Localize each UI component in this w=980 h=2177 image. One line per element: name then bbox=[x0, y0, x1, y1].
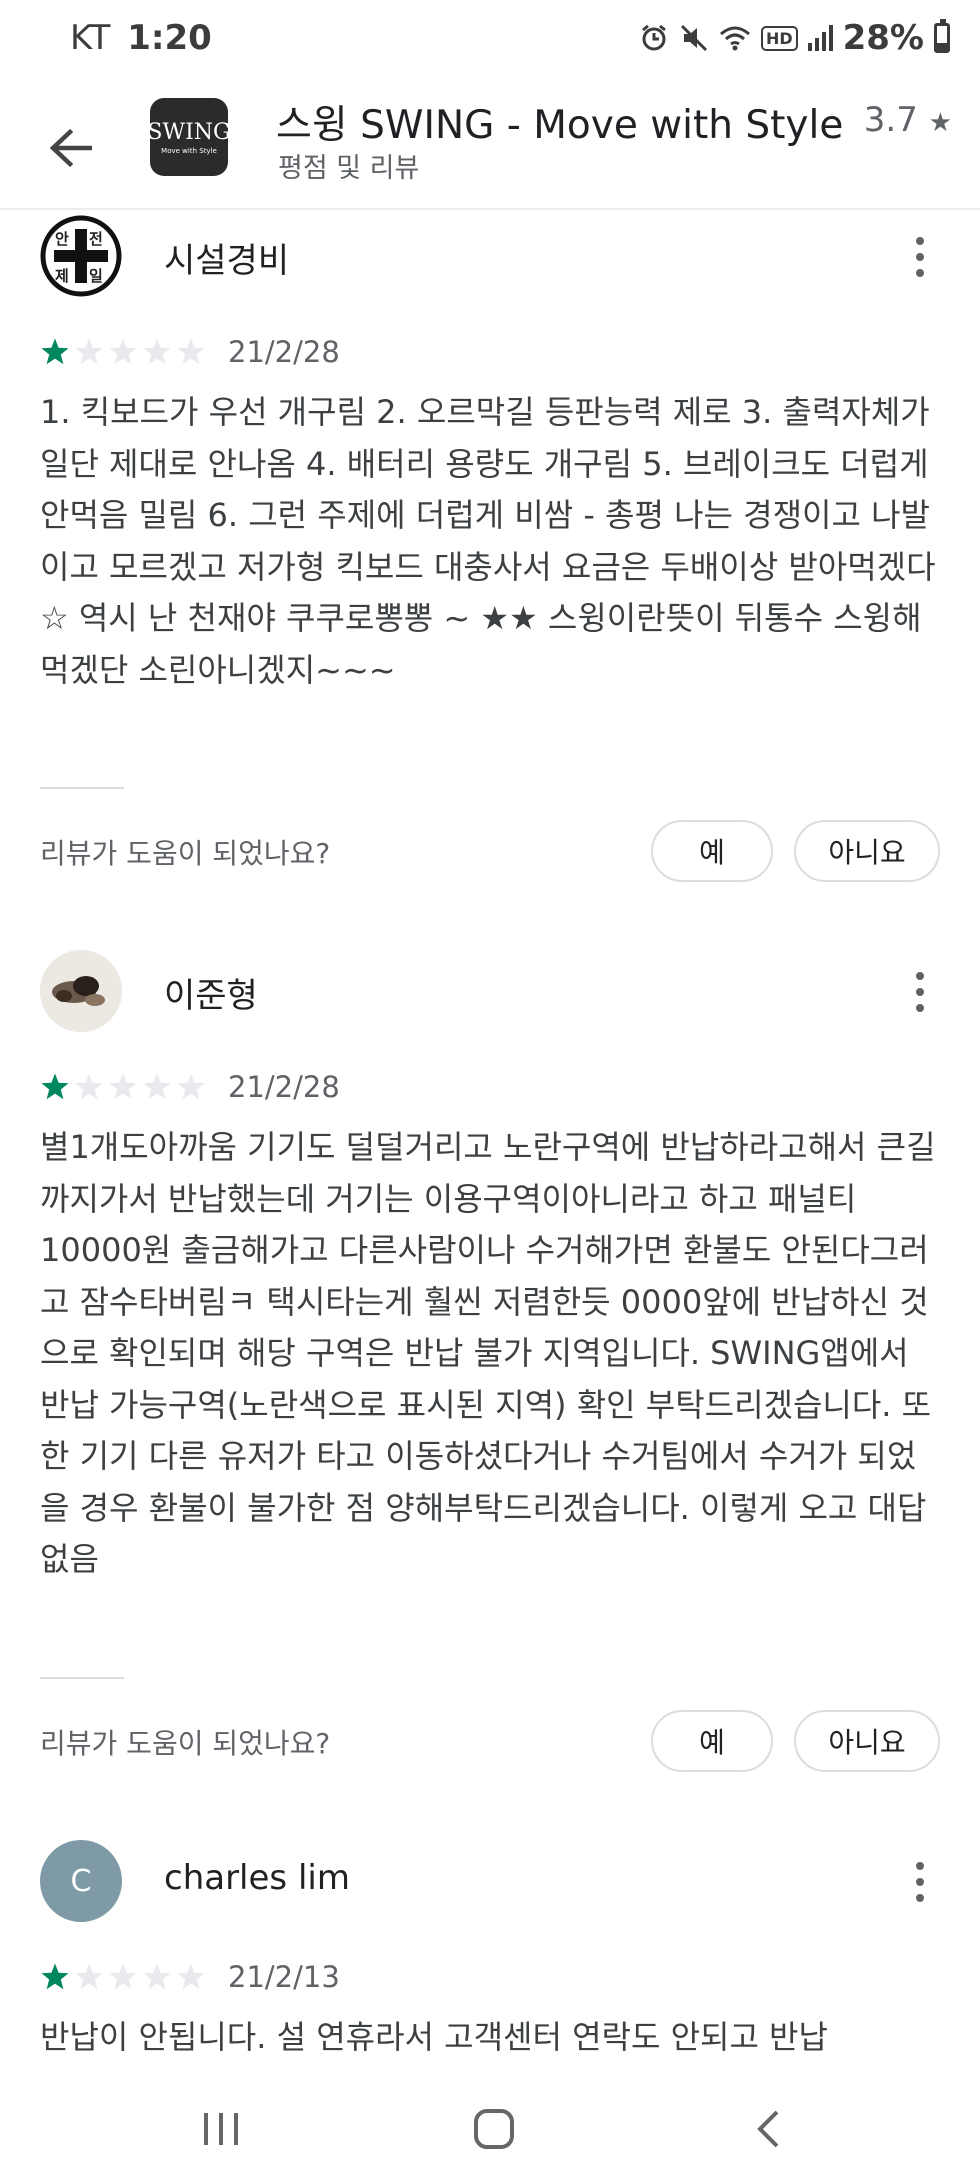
avatar-badge-char: 전 bbox=[89, 230, 103, 248]
app-header: SWING Move with Style 스윙 SWING - Move wi… bbox=[0, 80, 980, 210]
page-subtitle: 평점 및 리뷰 bbox=[278, 153, 420, 184]
hd-badge: HD bbox=[760, 25, 798, 51]
status-bar: KT 1:20 HD 28% bbox=[0, 0, 980, 80]
wifi-icon bbox=[719, 26, 750, 51]
signal-icon bbox=[807, 25, 833, 51]
app-logo-text: SWING bbox=[147, 119, 231, 145]
more-options-button[interactable] bbox=[900, 970, 940, 1014]
star-empty-icon bbox=[143, 338, 171, 365]
avatar-letter: C bbox=[70, 1863, 92, 1899]
helpful-yes-button[interactable]: 예 bbox=[651, 820, 773, 882]
back-button[interactable] bbox=[40, 120, 100, 176]
review-meta: 21/2/13 bbox=[40, 1960, 340, 1994]
more-vert-icon bbox=[916, 1862, 924, 1870]
avatar-badge-char: 일 bbox=[89, 267, 103, 285]
carrier: KT bbox=[70, 18, 111, 58]
system-nav-bar bbox=[0, 2077, 980, 2177]
star-empty-icon bbox=[177, 338, 205, 365]
app-logo-tagline: Move with Style bbox=[161, 146, 217, 155]
mute-icon bbox=[680, 24, 707, 52]
star-filled-icon bbox=[41, 338, 69, 365]
review-meta: 21/2/28 bbox=[40, 335, 340, 369]
arrow-back-icon bbox=[49, 128, 92, 168]
review-author: 이준형 bbox=[164, 976, 258, 1016]
battery-percent: 28% bbox=[842, 18, 924, 58]
dog-photo-icon bbox=[40, 950, 122, 1032]
clock: 1:20 bbox=[127, 18, 212, 58]
app-icon[interactable]: SWING Move with Style bbox=[147, 98, 231, 176]
more-vert-icon bbox=[916, 972, 924, 980]
battery-icon bbox=[934, 19, 950, 53]
star-empty-icon bbox=[143, 1963, 171, 1990]
star-empty-icon bbox=[143, 1073, 171, 1100]
star-rating bbox=[40, 337, 206, 367]
helpful-question: 리뷰가 도움이 되었나요? bbox=[40, 837, 331, 870]
star-rating bbox=[40, 1962, 206, 1992]
status-icons: HD 28% bbox=[639, 18, 950, 58]
star-empty-icon bbox=[177, 1963, 205, 1990]
review-date: 21/2/13 bbox=[228, 1960, 340, 1994]
star-filled-icon bbox=[41, 1073, 69, 1100]
review-text: 별1개도아까움 기기도 덜덜거리고 노란구역에 반납하라고해서 큰길까지가서 반… bbox=[40, 1128, 936, 1578]
star-rating bbox=[40, 1072, 206, 1102]
recents-button[interactable] bbox=[181, 2099, 261, 2159]
alarm-icon bbox=[642, 24, 666, 51]
recents-icon bbox=[204, 2113, 238, 2145]
review-date: 21/2/28 bbox=[228, 335, 340, 369]
avatar-badge-char: 제 bbox=[55, 267, 69, 285]
helpful-no-button[interactable]: 아니요 bbox=[794, 1710, 940, 1772]
divider bbox=[40, 787, 124, 789]
review-text: 1. 킥보드가 우선 개구림 2. 오르막길 등판능력 제로 3. 출력자체가 … bbox=[40, 393, 936, 689]
review-author: 시설경비 bbox=[164, 241, 290, 281]
star-empty-icon bbox=[109, 1963, 137, 1990]
avatar[interactable]: C bbox=[40, 1840, 122, 1922]
helpful-question: 리뷰가 도움이 되었나요? bbox=[40, 1727, 331, 1760]
star-icon: ★ bbox=[928, 108, 952, 138]
app-title: 스윙 SWING - Move with Style bbox=[276, 103, 844, 148]
avatar-badge-char: 안 bbox=[55, 230, 69, 248]
star-empty-icon bbox=[109, 338, 137, 365]
divider bbox=[40, 1677, 124, 1679]
helpful-yes-button[interactable]: 예 bbox=[651, 1710, 773, 1772]
star-empty-icon bbox=[109, 1073, 137, 1100]
nav-back-icon bbox=[757, 2110, 779, 2148]
safety-badge-icon bbox=[40, 215, 122, 297]
avatar[interactable] bbox=[40, 950, 122, 1032]
review-date: 21/2/28 bbox=[228, 1070, 340, 1104]
home-icon bbox=[474, 2109, 514, 2149]
carrier-time: KT 1:20 bbox=[70, 18, 212, 58]
app-rating-value: 3.7 bbox=[863, 100, 918, 140]
review-author: charles lim bbox=[164, 1858, 350, 1898]
app-rating: 3.7 ★ bbox=[864, 100, 952, 140]
star-empty-icon bbox=[75, 1073, 103, 1100]
star-filled-icon bbox=[41, 1963, 69, 1990]
more-vert-icon bbox=[916, 237, 924, 245]
nav-back-button[interactable] bbox=[728, 2099, 808, 2159]
star-empty-icon bbox=[75, 1963, 103, 1990]
review-text: 반납이 안됩니다. 설 연휴라서 고객센터 연락도 안되고 반납 bbox=[40, 2018, 828, 2052]
review-meta: 21/2/28 bbox=[40, 1070, 340, 1104]
home-button[interactable] bbox=[454, 2099, 534, 2159]
more-options-button[interactable] bbox=[900, 1860, 940, 1904]
star-empty-icon bbox=[177, 1073, 205, 1100]
star-empty-icon bbox=[75, 338, 103, 365]
avatar[interactable]: 안 전 제 일 bbox=[40, 215, 122, 297]
helpful-no-button[interactable]: 아니요 bbox=[794, 820, 940, 882]
more-options-button[interactable] bbox=[900, 235, 940, 279]
